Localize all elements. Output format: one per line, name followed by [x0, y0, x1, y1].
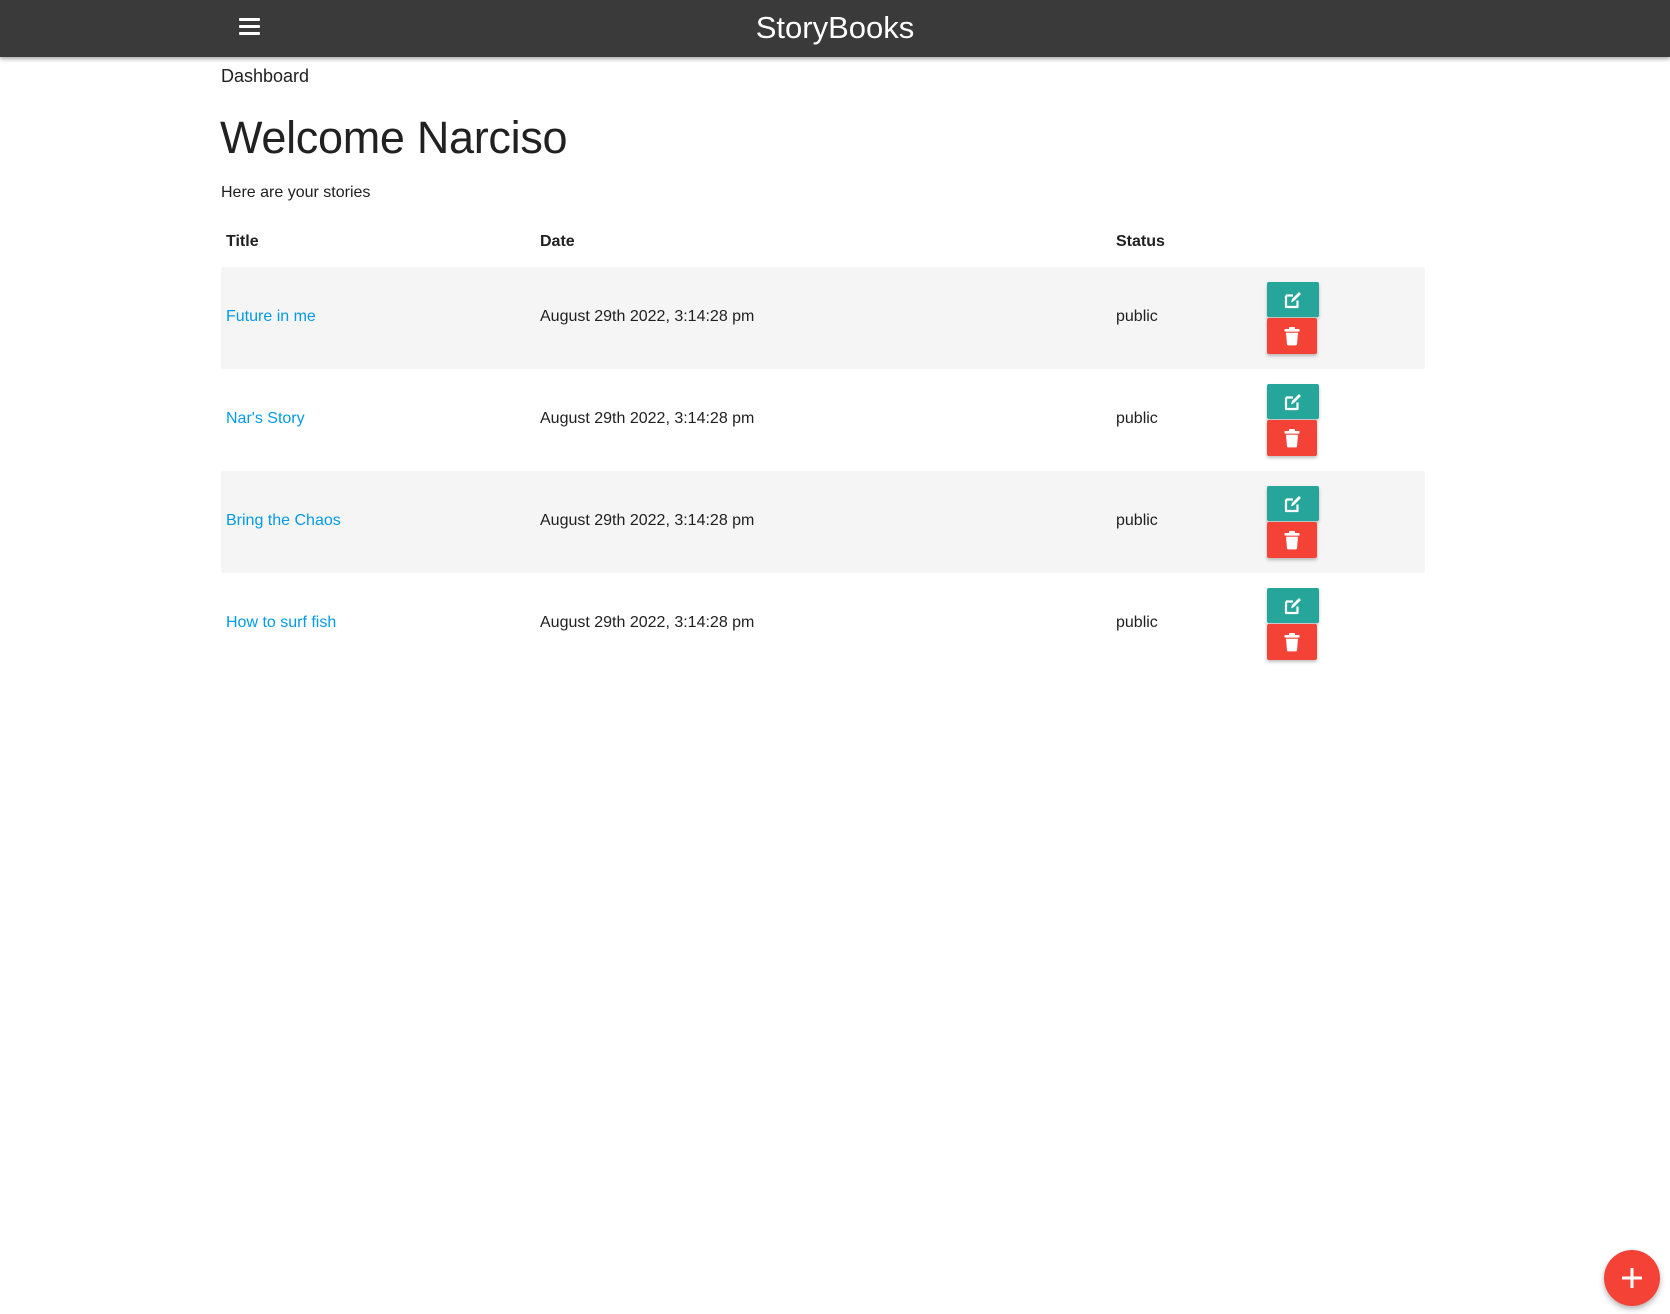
story-title-cell: Nar's Story	[226, 410, 305, 428]
edit-icon	[1284, 291, 1301, 308]
story-date: August 29th 2022, 3:14:28 pm	[540, 512, 755, 529]
delete-story-button[interactable]	[1267, 420, 1317, 456]
brand-logo-link[interactable]: StoryBooks	[756, 10, 915, 45]
plus-icon	[1622, 1268, 1642, 1288]
story-title-link[interactable]: How to surf fish	[226, 614, 336, 631]
delete-story-button[interactable]	[1267, 624, 1317, 660]
trash-icon	[1284, 429, 1300, 448]
trash-icon	[1284, 531, 1300, 550]
story-title-link[interactable]: Bring the Chaos	[226, 512, 341, 529]
edit-story-button[interactable]	[1267, 486, 1319, 521]
hamburger-menu-icon[interactable]	[236, 15, 264, 39]
edit-story-button[interactable]	[1267, 282, 1319, 317]
story-date: August 29th 2022, 3:14:28 pm	[540, 308, 755, 325]
story-date: August 29th 2022, 3:14:28 pm	[540, 410, 755, 427]
edit-icon	[1284, 393, 1301, 410]
delete-story-button[interactable]	[1267, 318, 1317, 354]
story-title-cell: Bring the Chaos	[226, 512, 341, 530]
story-title-link[interactable]: Future in me	[226, 308, 316, 325]
story-status: public	[1116, 308, 1158, 325]
page-title: Welcome Narciso	[220, 112, 568, 163]
table-row: How to surf fish August 29th 2022, 3:14:…	[221, 573, 1425, 675]
top-navbar: StoryBooks	[0, 0, 1670, 57]
edit-icon	[1284, 597, 1301, 614]
story-date: August 29th 2022, 3:14:28 pm	[540, 614, 755, 631]
table-row: Nar's Story August 29th 2022, 3:14:28 pm…	[221, 369, 1425, 471]
story-status: public	[1116, 512, 1158, 529]
header-title: Title	[226, 233, 259, 250]
table-row: Bring the Chaos August 29th 2022, 3:14:2…	[221, 471, 1425, 573]
edit-story-button[interactable]	[1267, 588, 1319, 623]
header-status: Status	[1116, 233, 1165, 250]
header-date: Date	[540, 233, 575, 250]
story-title-cell: Future in me	[226, 308, 316, 326]
story-status: public	[1116, 410, 1158, 427]
table-header: Title Date Status	[221, 225, 1425, 267]
breadcrumb: Dashboard	[221, 66, 310, 86]
story-status: public	[1116, 614, 1158, 631]
page-subtitle: Here are your stories	[221, 184, 371, 201]
edit-story-button[interactable]	[1267, 384, 1319, 419]
edit-icon	[1284, 495, 1301, 512]
delete-story-button[interactable]	[1267, 522, 1317, 558]
trash-icon	[1284, 633, 1300, 652]
stories-table: Title Date Status Future in me August 29…	[221, 225, 1425, 675]
table-row: Future in me August 29th 2022, 3:14:28 p…	[221, 267, 1425, 369]
story-title-cell: How to surf fish	[226, 614, 336, 632]
add-story-button[interactable]	[1604, 1250, 1660, 1306]
story-title-link[interactable]: Nar's Story	[226, 410, 305, 427]
trash-icon	[1284, 327, 1300, 346]
